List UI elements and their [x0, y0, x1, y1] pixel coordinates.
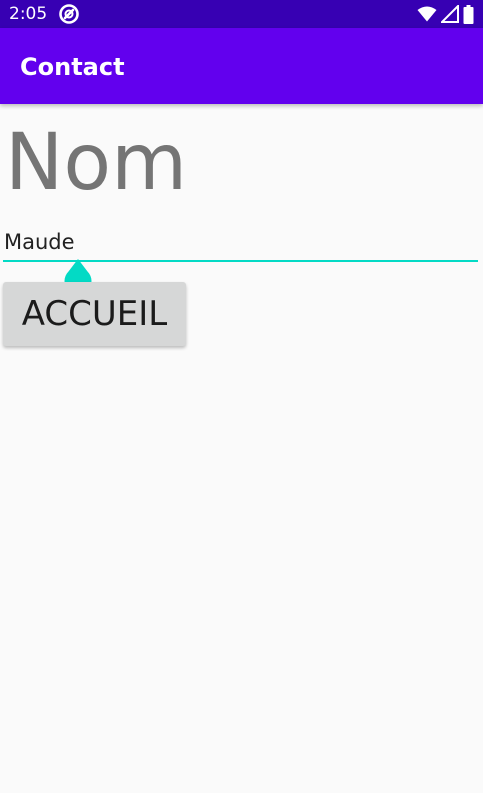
app-bar: Contact [0, 28, 483, 104]
wifi-icon [417, 6, 437, 22]
status-time: 2:05 [9, 4, 48, 24]
battery-icon [463, 4, 474, 24]
accueil-button[interactable]: ACCUEIL [3, 282, 186, 346]
app-title: Contact [20, 53, 125, 81]
status-icons [417, 4, 474, 24]
status-bar: 2:05 [0, 0, 483, 28]
app-notification-icon [59, 4, 79, 24]
signal-icon [441, 5, 459, 23]
name-field-value[interactable]: Maude [4, 228, 75, 256]
name-heading: Nom [5, 118, 188, 208]
